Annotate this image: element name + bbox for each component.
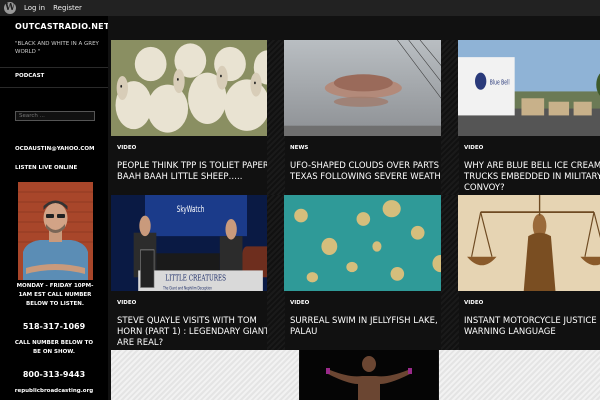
post-card[interactable]: VIDEO INSTANT MOTORCYCLE JUSTICE WARNING…: [458, 195, 600, 350]
post-thumbnail[interactable]: Blue Bell: [458, 40, 600, 136]
post-card[interactable]: Blue Bell VIDEO WHY ARE BLUE BELL ICE CR…: [458, 40, 600, 195]
post-title[interactable]: INSTANT MOTORCYCLE JUSTICE WARNING LANGU…: [464, 316, 600, 338]
admin-bar: W Log in Register: [0, 0, 600, 16]
divider: [267, 195, 285, 350]
site-title[interactable]: OUTCASTRADIO.NET: [15, 22, 110, 31]
post-thumbnail[interactable]: [284, 195, 454, 291]
truck-brand-text: Blue Bell: [490, 80, 510, 87]
post-title[interactable]: STEVE QUAYLE VISITS WITH TOM HORN (PART …: [117, 316, 281, 349]
menu-item-podcast[interactable]: PODCAST: [15, 73, 44, 79]
contact-email: OCDAUSTIN@YAHOO.COM: [15, 146, 95, 152]
post-category[interactable]: VIDEO: [464, 145, 483, 151]
listen-phone-number: 518-317-1069: [22, 322, 86, 331]
call-note: CALL NUMBER BELOW TO BE ON SHOW.: [14, 340, 94, 355]
show-schedule: MONDAY - FRIDAY 10PM-1AM EST CALL NUMBER…: [16, 283, 94, 307]
tv-logo-text: SkyWatch: [177, 204, 205, 215]
post-thumbnail[interactable]: SkyWatch LITTLE CREATURES The Giant and …: [111, 195, 281, 291]
post-card[interactable]: VIDEO PEOPLE THINK TPP IS TOLIET PAPER: …: [111, 40, 281, 195]
host-photo: [18, 182, 93, 280]
post-thumbnail[interactable]: [284, 40, 454, 136]
post-thumbnail[interactable]: [300, 350, 438, 400]
call-in-phone-number: 800-313-9443: [22, 370, 86, 379]
site-description: "BLACK AND WHITE IN A GREY WORLD ": [15, 41, 99, 55]
search-input[interactable]: [15, 111, 95, 121]
post-category[interactable]: VIDEO: [290, 300, 309, 306]
divider: [441, 195, 459, 350]
post-thumbnail-placeholder[interactable]: [439, 350, 600, 400]
divider: [267, 40, 285, 195]
post-card[interactable]: VIDEO SURREAL SWIM IN JELLYFISH LAKE, PA…: [284, 195, 454, 350]
post-title[interactable]: WHY ARE BLUE BELL ICE CREAM TRUCKS EMBED…: [464, 161, 600, 194]
post-category[interactable]: NEWS: [290, 145, 308, 151]
post-title[interactable]: UFO-SHAPED CLOUDS OVER PARTS OF TEXAS FO…: [290, 161, 454, 183]
post-thumbnail-placeholder[interactable]: [111, 350, 299, 400]
posts-grid: VIDEO PEOPLE THINK TPP IS TOLIET PAPER: …: [108, 16, 600, 400]
post-category[interactable]: VIDEO: [117, 145, 136, 151]
sidebar: OUTCASTRADIO.NET "BLACK AND WHITE IN A G…: [0, 16, 110, 400]
register-link[interactable]: Register: [53, 4, 82, 12]
post-category[interactable]: VIDEO: [117, 300, 136, 306]
post-title[interactable]: PEOPLE THINK TPP IS TOLIET PAPER: BAAH B…: [117, 161, 281, 183]
login-link[interactable]: Log in: [24, 4, 45, 12]
post-thumbnail[interactable]: [111, 40, 281, 136]
post-category[interactable]: VIDEO: [464, 300, 483, 306]
wordpress-icon[interactable]: W: [4, 2, 16, 14]
network-link[interactable]: republicbroadcasting.org: [0, 388, 108, 394]
post-card[interactable]: SkyWatch LITTLE CREATURES The Giant and …: [111, 195, 281, 350]
divider: [0, 67, 108, 68]
post-thumbnail[interactable]: [458, 195, 600, 291]
post-title[interactable]: SURREAL SWIM IN JELLYFISH LAKE, PALAU: [290, 316, 454, 338]
tv-subtitle-text: The Giant and Nephilim Deception: [162, 286, 212, 291]
divider: [441, 40, 459, 195]
tv-banner-text: LITTLE CREATURES: [165, 272, 226, 283]
listen-live-heading: LISTEN LIVE ONLINE: [15, 165, 78, 171]
post-card[interactable]: NEWS UFO-SHAPED CLOUDS OVER PARTS OF TEX…: [284, 40, 454, 195]
divider: [0, 87, 108, 88]
